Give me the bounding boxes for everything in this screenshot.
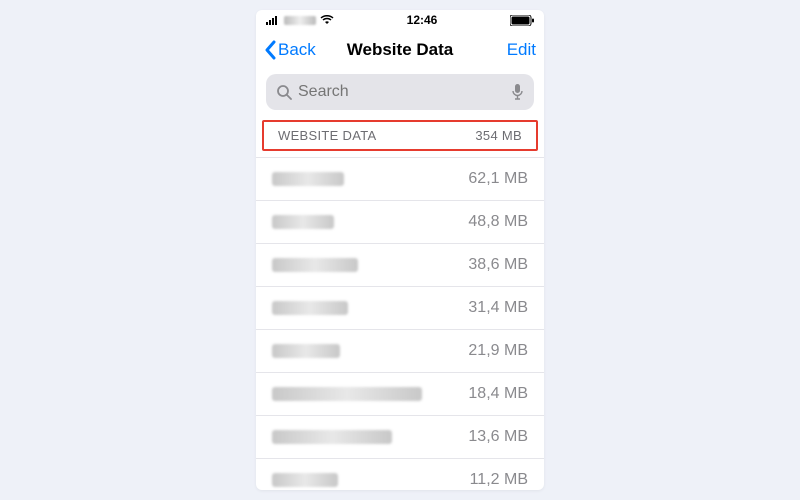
- nav-bar: Back Website Data Edit: [256, 30, 544, 70]
- domain-label-redacted: [272, 430, 392, 444]
- edit-button[interactable]: Edit: [507, 40, 536, 60]
- section-label: Website Data: [278, 128, 376, 143]
- phone-frame: 12:46 Back Website Data Edit Web: [256, 10, 544, 490]
- data-size: 18,4 MB: [468, 385, 528, 403]
- table-row[interactable]: 48,8 MB: [256, 201, 544, 244]
- domain-label-redacted: [272, 215, 334, 229]
- data-size: 31,4 MB: [468, 299, 528, 317]
- data-size: 62,1 MB: [468, 170, 528, 188]
- mic-icon[interactable]: [511, 83, 524, 101]
- status-bar: 12:46: [256, 10, 544, 30]
- domain-label-redacted: [272, 258, 358, 272]
- table-row[interactable]: 38,6 MB: [256, 244, 544, 287]
- data-size: 11,2 MB: [470, 471, 528, 489]
- status-right: [510, 15, 534, 26]
- carrier-label-redacted: [284, 16, 316, 25]
- search-container: [256, 70, 544, 120]
- table-row[interactable]: 62,1 MB: [256, 157, 544, 201]
- section-total: 354 MB: [475, 128, 522, 143]
- search-input[interactable]: [298, 83, 505, 101]
- domain-label-redacted: [272, 301, 348, 315]
- website-data-list[interactable]: 62,1 MB 48,8 MB 38,6 MB 31,4 MB 21,9 MB 18,4 …: [256, 151, 544, 490]
- table-row[interactable]: 31,4 MB: [256, 287, 544, 330]
- domain-label-redacted: [272, 172, 344, 186]
- data-size: 48,8 MB: [468, 213, 528, 231]
- search-bar[interactable]: [266, 74, 534, 110]
- back-button[interactable]: Back: [264, 40, 316, 60]
- search-icon: [276, 84, 292, 100]
- status-time: 12:46: [407, 13, 438, 27]
- data-size: 21,9 MB: [468, 342, 528, 360]
- back-label: Back: [278, 40, 316, 60]
- status-left: [266, 15, 334, 25]
- wifi-icon: [320, 15, 334, 25]
- table-row[interactable]: 18,4 MB: [256, 373, 544, 416]
- domain-label-redacted: [272, 473, 338, 487]
- section-header-highlighted: Website Data 354 MB: [262, 120, 538, 151]
- data-size: 38,6 MB: [468, 256, 528, 274]
- domain-label-redacted: [272, 344, 340, 358]
- table-row[interactable]: 11,2 MB: [256, 459, 544, 490]
- table-row[interactable]: 21,9 MB: [256, 330, 544, 373]
- chevron-left-icon: [264, 40, 276, 60]
- signal-icon: [266, 15, 280, 25]
- domain-label-redacted: [272, 387, 422, 401]
- data-size: 13,6 MB: [468, 428, 528, 446]
- table-row[interactable]: 13,6 MB: [256, 416, 544, 459]
- battery-icon: [510, 15, 534, 26]
- page-title: Website Data: [347, 40, 453, 60]
